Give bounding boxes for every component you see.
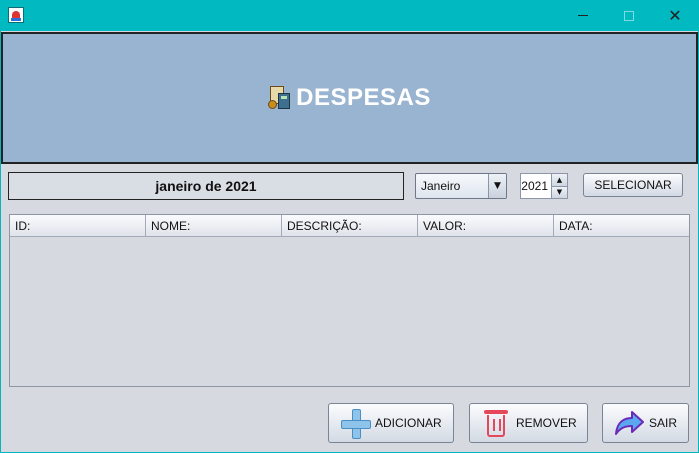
add-button[interactable]: ADICIONAR xyxy=(328,403,454,443)
plus-icon xyxy=(339,407,371,439)
remove-button-label: REMOVER xyxy=(516,416,577,430)
title-bar: ✕ xyxy=(0,0,699,31)
spinner-down-icon[interactable]: ▼ xyxy=(552,186,567,198)
minimize-icon xyxy=(578,15,588,16)
maximize-icon xyxy=(624,10,634,21)
column-header-data[interactable]: DATA: xyxy=(554,215,689,236)
chevron-down-icon[interactable]: ▼ xyxy=(488,174,506,198)
exit-button-label: SAIR xyxy=(649,416,678,430)
year-spinner[interactable]: 2021 ▲ ▼ xyxy=(520,173,568,199)
page-title: DESPESAS xyxy=(296,84,431,111)
trash-icon xyxy=(480,407,512,439)
month-select[interactable]: Janeiro ▼ xyxy=(415,173,507,199)
column-header-nome[interactable]: NOME: xyxy=(146,215,282,236)
main-panel: DESPESAS janeiro de 2021 Janeiro ▼ 2021 … xyxy=(1,31,698,452)
expenses-table[interactable]: ID: NOME: DESCRIÇÃO: VALOR: DATA: xyxy=(9,214,690,387)
year-spinner-value[interactable]: 2021 xyxy=(521,174,551,198)
column-header-descricao[interactable]: DESCRIÇÃO: xyxy=(282,215,418,236)
period-label: janeiro de 2021 xyxy=(8,172,404,200)
java-app-icon xyxy=(8,7,24,23)
add-button-label: ADICIONAR xyxy=(375,416,442,430)
exit-arrow-icon xyxy=(613,407,645,439)
table-header: ID: NOME: DESCRIÇÃO: VALOR: DATA: xyxy=(10,215,689,237)
column-header-valor[interactable]: VALOR: xyxy=(418,215,554,236)
header-banner: DESPESAS xyxy=(1,32,698,164)
expenses-icon xyxy=(268,86,292,110)
maximize-button[interactable] xyxy=(606,0,652,31)
close-button[interactable]: ✕ xyxy=(652,0,698,31)
close-icon: ✕ xyxy=(668,6,682,25)
minimize-button[interactable] xyxy=(560,0,606,31)
column-header-id[interactable]: ID: xyxy=(10,215,146,236)
spinner-up-icon[interactable]: ▲ xyxy=(552,174,567,187)
select-button[interactable]: SELECIONAR xyxy=(583,173,683,197)
month-select-value: Janeiro xyxy=(421,179,461,193)
remove-button[interactable]: REMOVER xyxy=(469,403,588,443)
exit-button[interactable]: SAIR xyxy=(602,403,689,443)
